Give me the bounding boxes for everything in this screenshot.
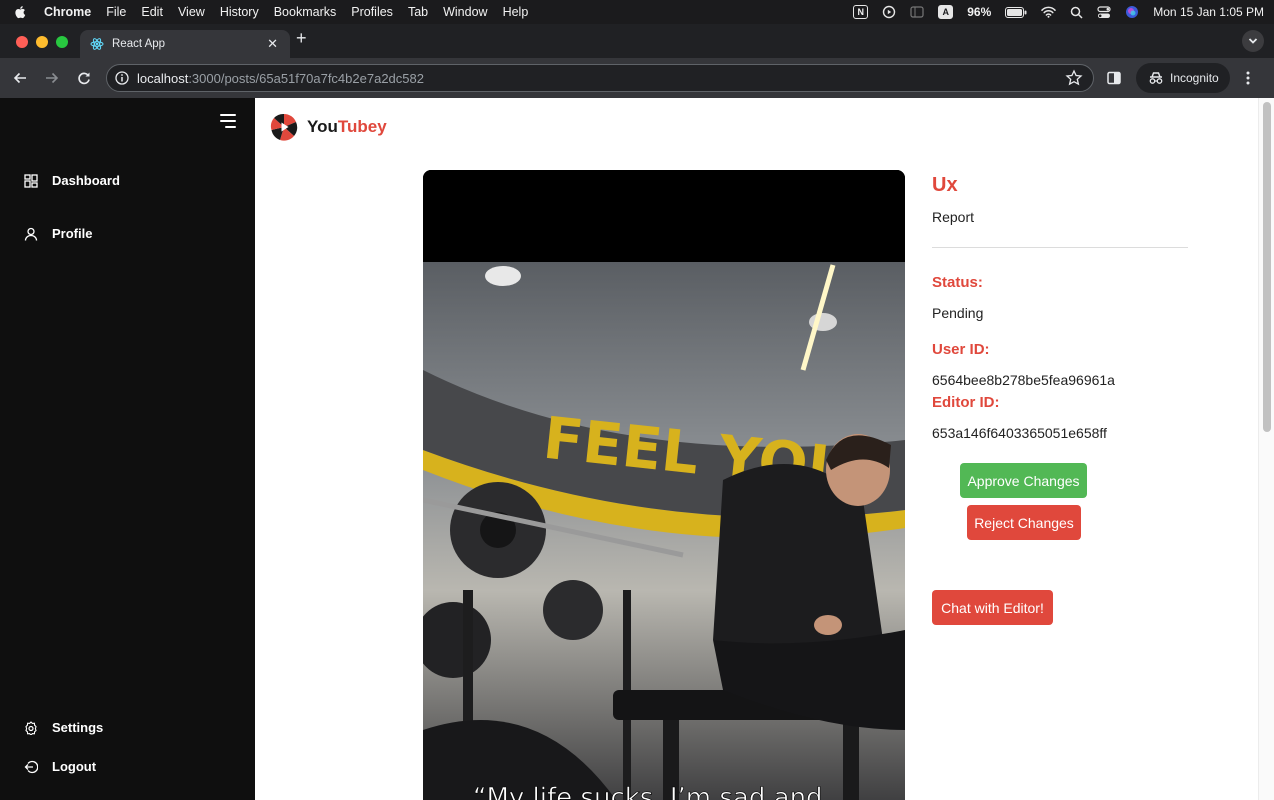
logout-icon [24, 760, 38, 773]
app-logo[interactable]: YouTubey [269, 112, 387, 142]
url-path: :3000/posts/65a51f70a7fc4b2e7a2dc582 [188, 70, 424, 86]
battery-icon[interactable] [1005, 6, 1027, 18]
site-info-icon[interactable] [115, 71, 129, 85]
web-page: Dashboard Profile Settings Logout YouTub… [0, 98, 1274, 800]
window-close-button[interactable] [16, 36, 28, 48]
side-panel-button[interactable] [1104, 68, 1124, 88]
chrome-tab-strip: React App ✕ + [0, 24, 1274, 58]
react-logo-icon [90, 38, 104, 50]
chat-with-editor-button[interactable]: Chat with Editor! [932, 590, 1053, 625]
divider [932, 247, 1188, 248]
sidebar-item-label: Logout [52, 759, 97, 774]
sidebar-item-dashboard[interactable]: Dashboard [24, 173, 120, 188]
tab-close-icon[interactable]: ✕ [267, 36, 278, 52]
side-panel-icon [1107, 71, 1121, 85]
menu-window[interactable]: Window [443, 5, 487, 19]
url-host: localhost [137, 70, 189, 86]
gear-icon [25, 720, 37, 735]
editor-id-label: Editor ID: [932, 394, 1000, 411]
post-description: Report [932, 209, 975, 225]
forward-button[interactable] [42, 68, 62, 88]
menu-edit[interactable]: Edit [141, 5, 163, 19]
menu-tab[interactable]: Tab [408, 5, 428, 19]
window-minimize-button[interactable] [36, 36, 48, 48]
video-player[interactable]: FEEL YOU “My life sucks, I’m sad and [423, 170, 905, 800]
macos-menubar: Chrome File Edit View History Bookmarks … [0, 0, 1274, 24]
address-bar[interactable]: localhost:3000/posts/65a51f70a7fc4b2e7a2… [106, 64, 1094, 92]
menu-history[interactable]: History [220, 5, 259, 19]
chrome-toolbar: localhost:3000/posts/65a51f70a7fc4b2e7a2… [0, 58, 1274, 98]
tab-title: React App [112, 38, 166, 50]
video-frame: FEEL YOU “My life sucks, I’m sad and [423, 170, 905, 800]
logo-text: YouTubey [307, 117, 387, 137]
sidebar-item-profile[interactable]: Profile [24, 226, 92, 241]
video-caption: “My life sucks, I’m sad and [473, 783, 823, 800]
status-label: Status: [932, 274, 983, 291]
menu-bookmarks[interactable]: Bookmarks [274, 5, 337, 19]
kebab-menu-icon [1246, 71, 1250, 85]
tab-search-button[interactable] [1242, 30, 1264, 52]
menu-file[interactable]: File [106, 5, 126, 19]
menubar-status-area: N A 96% Mon 15 Jan 1:05 PM [853, 0, 1264, 24]
user-id-label: User ID: [932, 341, 990, 358]
incognito-badge[interactable]: Incognito [1136, 63, 1230, 93]
arrow-left-icon [13, 72, 26, 84]
window-layout-icon[interactable] [910, 6, 924, 18]
bookmark-star-icon[interactable] [1065, 69, 1083, 87]
user-icon [24, 227, 38, 241]
incognito-icon [1149, 72, 1163, 84]
arrow-right-icon [46, 72, 59, 84]
notion-icon[interactable]: N [853, 5, 869, 19]
wifi-icon[interactable] [1041, 6, 1057, 18]
back-button[interactable] [10, 68, 30, 88]
approve-changes-button[interactable]: Approve Changes [960, 463, 1087, 498]
chevron-down-icon [1248, 38, 1258, 44]
battery-percent: 96% [967, 5, 992, 19]
reload-button[interactable] [74, 68, 94, 88]
menu-profiles[interactable]: Profiles [351, 5, 393, 19]
incognito-label: Incognito [1170, 71, 1219, 85]
siri-icon[interactable] [1125, 5, 1139, 19]
menu-app-name[interactable]: Chrome [44, 5, 91, 19]
sidebar: Dashboard Profile Settings Logout [0, 98, 255, 800]
logo-text-main: You [307, 117, 338, 136]
window-maximize-button[interactable] [56, 36, 68, 48]
reload-icon [78, 72, 90, 85]
tab-react-app[interactable]: React App ✕ [80, 30, 290, 58]
reject-changes-button[interactable]: Reject Changes [967, 505, 1081, 540]
sidebar-item-logout[interactable]: Logout [24, 759, 96, 774]
hamburger-menu-icon[interactable] [220, 114, 238, 130]
control-center-icon[interactable] [1097, 5, 1111, 19]
sidebar-item-label: Settings [52, 720, 104, 735]
apple-icon[interactable] [14, 5, 28, 19]
play-circle-icon[interactable] [882, 5, 896, 19]
youtubey-logo-icon [270, 113, 298, 141]
post-title: Ux [932, 174, 958, 196]
editor-id-value: 653a146f6403365051e658ff [932, 425, 1107, 441]
menu-help[interactable]: Help [503, 5, 529, 19]
new-tab-button[interactable]: + [296, 28, 307, 49]
sidebar-item-label: Profile [52, 226, 93, 241]
status-value: Pending [932, 305, 984, 321]
menubar-clock[interactable]: Mon 15 Jan 1:05 PM [1153, 5, 1264, 19]
chrome-menu-button[interactable] [1238, 68, 1258, 88]
dashboard-grid-icon [24, 173, 38, 188]
menu-view[interactable]: View [178, 5, 205, 19]
sidebar-item-settings[interactable]: Settings [24, 720, 103, 735]
keyboard-input-icon[interactable]: A [938, 5, 954, 19]
spotlight-search-icon[interactable] [1070, 6, 1083, 19]
logo-text-accent: Tubey [337, 117, 387, 136]
sidebar-item-label: Dashboard [52, 173, 120, 188]
page-scrollbar[interactable] [1258, 98, 1274, 800]
user-id-value: 6564bee8b278be5fea96961a [932, 372, 1115, 388]
scrollbar-thumb[interactable] [1263, 102, 1271, 432]
